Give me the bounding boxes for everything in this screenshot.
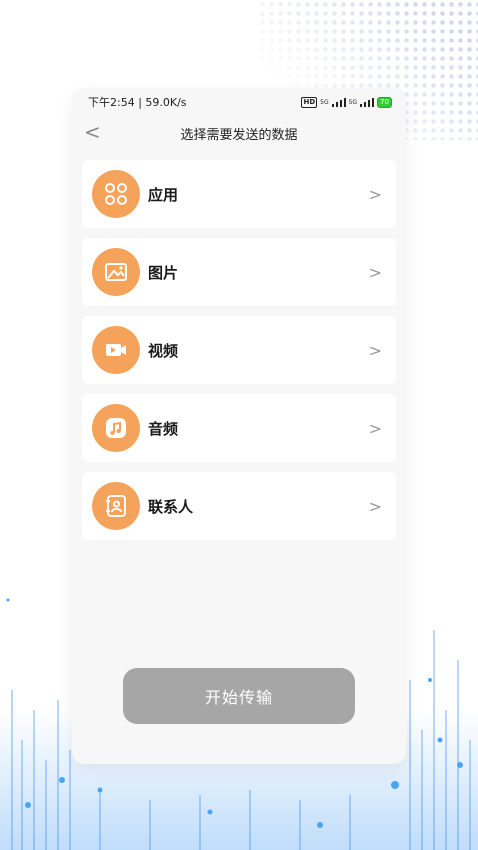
list-item-videos[interactable]: 视频 >	[82, 316, 396, 384]
contact-icon	[92, 482, 140, 530]
apps-icon	[92, 170, 140, 218]
list-item-contacts[interactable]: 联系人 >	[82, 472, 396, 540]
list-item-label: 图片	[148, 263, 179, 282]
chevron-right-icon: >	[368, 418, 382, 438]
list-item-label: 视频	[148, 341, 179, 360]
network-type-2: 5G	[348, 98, 358, 106]
data-type-list: 应用 > 图片 > 视频 > 音频 > 联系人 >	[72, 160, 406, 540]
start-transfer-button[interactable]: 开始传输	[123, 668, 355, 724]
list-item-label: 音频	[148, 419, 179, 438]
list-item-audio[interactable]: 音频 >	[82, 394, 396, 462]
signal-icon	[331, 97, 346, 107]
image-icon	[92, 248, 140, 296]
battery-icon: 70	[377, 96, 392, 108]
phone-screen: 下午2:54 | 59.0K/s HD 5G 5G 70 < 选择需要发送的数据	[72, 88, 406, 764]
navigation-bar: < 选择需要发送的数据	[72, 116, 406, 150]
network-type-1: 5G	[320, 98, 329, 106]
chevron-right-icon: >	[368, 262, 382, 282]
hd-icon: HD	[301, 96, 318, 108]
list-item-images[interactable]: 图片 >	[82, 238, 396, 306]
signal-icon-2	[360, 97, 375, 107]
status-bar: 下午2:54 | 59.0K/s HD 5G 5G 70	[72, 88, 406, 116]
chevron-right-icon: >	[368, 340, 382, 360]
chevron-left-icon[interactable]: <	[84, 121, 101, 143]
status-time-speed: 下午2:54 | 59.0K/s	[88, 96, 187, 109]
list-item-label: 联系人	[148, 497, 194, 516]
chevron-right-icon: >	[368, 496, 382, 516]
list-item-apps[interactable]: 应用 >	[82, 160, 396, 228]
list-item-label: 应用	[148, 185, 179, 204]
status-icons: HD 5G 5G 70	[301, 96, 392, 108]
music-icon	[92, 404, 140, 452]
page-title: 选择需要发送的数据	[180, 127, 298, 143]
video-icon	[92, 326, 140, 374]
chevron-right-icon: >	[368, 184, 382, 204]
